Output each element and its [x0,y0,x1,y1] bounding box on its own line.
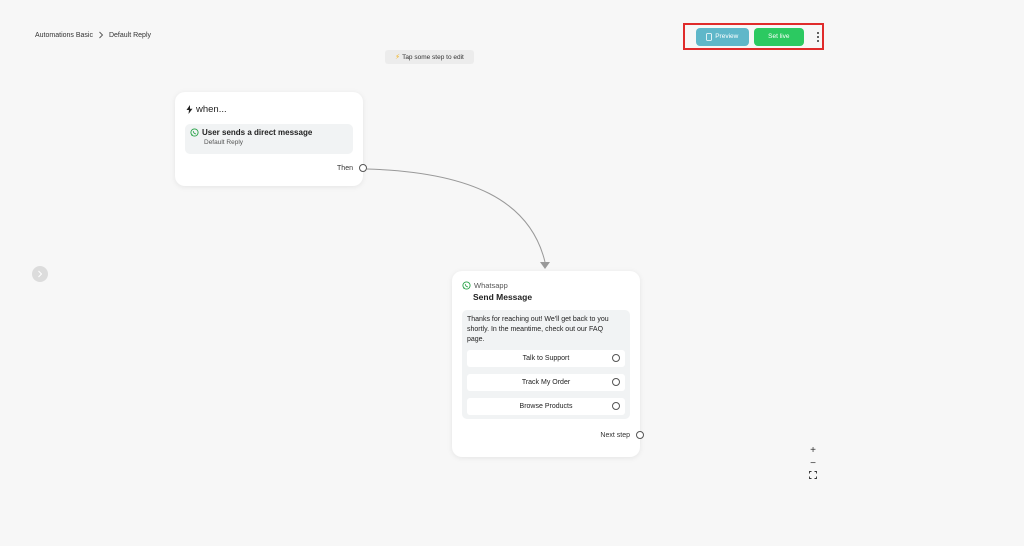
option-port[interactable] [612,378,620,386]
breadcrumb-current: Default Reply [108,31,152,39]
message-body[interactable]: Thanks for reaching out! We'll get back … [462,310,630,419]
trigger-title: User sends a direct message [202,128,313,137]
fit-view-button[interactable] [809,471,817,483]
sidebar-toggle-button[interactable] [32,266,48,282]
next-step-port[interactable] [636,431,644,439]
then-connector: Then [337,164,367,172]
zoom-out-button[interactable]: − [810,458,816,470]
trigger-event[interactable]: User sends a direct message Default Repl… [185,124,353,154]
chevron-right-icon [38,270,43,278]
preview-button[interactable]: Preview [696,27,749,46]
whatsapp-icon [462,281,471,290]
fit-view-icon [809,471,817,479]
lightning-icon [186,105,193,114]
next-step-label: Next step [600,431,630,439]
message-title: Send Message [473,292,533,302]
edit-hint: ⚡ Tap some step to edit [385,50,474,64]
option-port[interactable] [612,354,620,362]
trigger-subtitle: Default Reply [204,139,244,146]
send-message-node[interactable]: Whatsapp Send Message Thanks for reachin… [452,271,644,457]
trigger-header-label: when... [196,104,227,115]
breadcrumb-parent[interactable]: Automations Basic [35,32,93,39]
then-port[interactable] [359,164,367,172]
option-label: Talk to Support [522,355,570,362]
preview-label: Preview [715,33,739,40]
whatsapp-icon [190,128,199,137]
trigger-node[interactable]: when... User sends a direct message Defa… [175,92,367,186]
option-port[interactable] [612,402,620,410]
option-button[interactable]: Talk to Support [467,350,625,367]
zoom-in-button[interactable]: + [810,445,816,457]
breadcrumb: Automations Basic Default Reply [35,31,151,39]
then-label: Then [337,164,353,172]
chevron-right-icon [99,31,104,39]
option-label: Browse Products [519,403,573,410]
hint-text: Tap some step to edit [402,53,464,61]
option-label: Track My Order [521,379,571,386]
top-actions-highlight: Preview Set live [683,23,824,50]
option-button[interactable]: Browse Products [467,398,625,415]
phone-icon [706,32,713,41]
more-options-icon[interactable] [814,28,822,46]
channel-name: Whatsapp [474,281,508,290]
trigger-header: when... [186,104,227,115]
next-step-connector: Next step [600,431,644,439]
option-button[interactable]: Track My Order [467,374,625,391]
message-text: Thanks for reaching out! We'll get back … [467,316,609,343]
zoom-controls: + − [807,445,819,483]
set-live-button[interactable]: Set live [753,27,805,46]
channel-label: Whatsapp [462,281,508,290]
lightning-icon: ⚡ [395,54,401,61]
